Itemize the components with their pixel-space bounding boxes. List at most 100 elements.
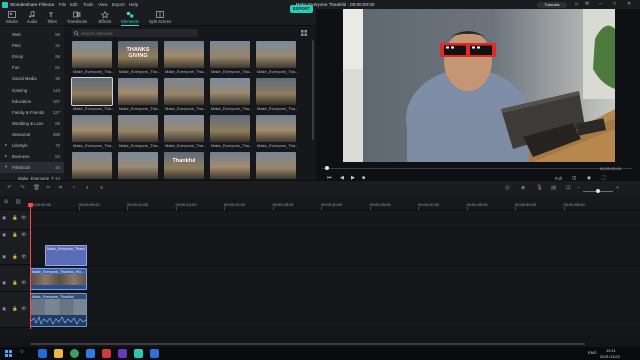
tab-media[interactable]: Media	[1, 10, 23, 25]
premiere-icon[interactable]	[118, 349, 127, 358]
element-thumbnail[interactable]: Make_Everyone_Tha...	[210, 78, 252, 113]
zoom-in-icon[interactable]: +	[616, 185, 619, 191]
element-thumbnail[interactable]: Make_Everyone_Tha...	[164, 41, 206, 76]
element-thumbnail[interactable]: Make_Everyone_Tha...	[210, 115, 252, 150]
menu-help[interactable]: Help	[129, 2, 138, 7]
tab-titles[interactable]: T Titles	[41, 10, 63, 25]
marker-icon[interactable]: ◈	[521, 185, 525, 191]
track-lock-icon[interactable]: 🔒	[12, 306, 18, 312]
track-lock-icon[interactable]: 🔒	[12, 215, 18, 221]
track-lane[interactable]	[30, 245, 640, 266]
app-icon-blue[interactable]	[150, 349, 159, 358]
user-icon[interactable]: ☺	[574, 1, 579, 7]
track-visible-icon[interactable]: 👁	[21, 254, 27, 260]
undo-icon[interactable]: ↶	[7, 185, 12, 191]
chevron-down-icon[interactable]: ▾	[5, 164, 7, 170]
delete-icon[interactable]: 🗑	[33, 185, 40, 191]
notification-icon[interactable]: ✉	[585, 1, 589, 7]
tab-effects[interactable]: Effects	[94, 10, 116, 25]
chevron-right-icon[interactable]: ▸	[5, 153, 7, 159]
chrome-icon[interactable]	[70, 349, 79, 358]
element-thumbnail[interactable]: Make_Everyone_Tha...	[210, 41, 252, 76]
category-item[interactable]: ▸ Lifestyle 72	[0, 140, 64, 151]
element-thumbnail[interactable]: Make_Everyone_Tha...	[256, 78, 298, 113]
category-item[interactable]: ▸ Business 54	[0, 151, 64, 162]
category-item[interactable]: Seasonal 398	[0, 129, 64, 140]
menu-view[interactable]: View	[98, 2, 107, 7]
windows-start-icon[interactable]	[4, 349, 13, 358]
category-item[interactable]: Web 56	[0, 29, 64, 40]
render-icon[interactable]: ◎	[505, 185, 510, 191]
track-lock-icon[interactable]: ▣	[2, 280, 6, 286]
add-track-icon[interactable]: ⊞	[4, 199, 8, 205]
minimize-icon[interactable]: –	[599, 1, 602, 7]
element-thumbnail[interactable]: Make_Everyone_Tha...	[118, 78, 160, 113]
zoom-fit-icon[interactable]: ⊡	[566, 185, 571, 191]
category-item[interactable]: Family & Friends 127	[0, 107, 64, 118]
clock-date[interactable]: 2021/11/23	[600, 354, 620, 359]
zoom-slider-handle[interactable]	[596, 189, 600, 193]
preview-seekbar[interactable]	[322, 168, 632, 169]
category-item[interactable]: Gaming 143	[0, 85, 64, 96]
tab-elements[interactable]: Elements	[118, 10, 142, 26]
track-lock-icon[interactable]: ▣	[2, 254, 6, 260]
element-thumbnail[interactable]: Make_Everyone_Tha...	[72, 41, 114, 76]
clock-time[interactable]: 19:11	[606, 348, 616, 353]
grid-view-icon[interactable]	[300, 29, 308, 37]
tab-transitions[interactable]: Transitions	[66, 10, 88, 25]
track-lock-icon[interactable]: 🔒	[12, 280, 18, 286]
track-visible-icon[interactable]: 👁	[21, 232, 27, 238]
maximize-icon[interactable]: □	[613, 1, 616, 7]
app-icon-red[interactable]	[102, 349, 111, 358]
category-item[interactable]: ▾ Filmstock 44	[0, 162, 64, 174]
track-lock-icon[interactable]: ▣	[2, 306, 6, 312]
close-icon[interactable]: ✕	[627, 1, 631, 7]
element-thumbnail[interactable]: Make_Everyone_Tha...	[72, 115, 114, 150]
file-explorer-icon[interactable]	[54, 349, 63, 358]
menu-file[interactable]: File	[59, 2, 66, 7]
link-icon[interactable]: ⛓	[15, 199, 21, 205]
edge-icon[interactable]	[86, 349, 95, 358]
seek-handle[interactable]	[325, 166, 329, 170]
language-indicator[interactable]: ENG	[588, 350, 597, 355]
track-lane[interactable]	[30, 266, 640, 292]
track-visible-icon[interactable]: 👁	[21, 215, 27, 221]
menu-export[interactable]: Export	[112, 2, 125, 7]
category-item[interactable]: Wedding & Love 55	[0, 118, 64, 129]
timeline-clip-element[interactable]: Make_Everyone_Thank	[45, 245, 87, 266]
audio-mixer-icon[interactable]: ≡	[100, 185, 103, 191]
search-taskbar-icon[interactable]: ○	[20, 349, 29, 358]
grid-scrollbar[interactable]	[312, 40, 314, 140]
element-thumbnail[interactable]: Make_Everyone_Tha...	[164, 115, 206, 150]
track-lane[interactable]	[30, 210, 640, 230]
tutorials-button[interactable]: Tutorials	[537, 1, 567, 8]
timeline-scrollbar[interactable]	[30, 343, 585, 345]
color-icon[interactable]: ◐	[86, 185, 89, 191]
track-lane[interactable]	[30, 292, 640, 328]
tab-audio[interactable]: Audio	[21, 10, 43, 25]
track-lock-icon[interactable]: ▣	[2, 232, 6, 238]
search-input[interactable]	[81, 29, 191, 37]
redo-icon[interactable]: ↷	[20, 185, 25, 191]
cut-icon[interactable]: ✂	[46, 185, 51, 191]
category-item[interactable]: Fun 61	[0, 62, 64, 73]
chevron-right-icon[interactable]: ▸	[5, 142, 7, 148]
category-item[interactable]: Emoji 55	[0, 51, 64, 62]
crop-icon[interactable]: ⌗	[59, 185, 62, 192]
timeline-clip-video[interactable]: Make_Everyone_Thankful	[30, 293, 87, 327]
speed-icon[interactable]: ◔	[72, 185, 75, 191]
category-item[interactable]: Social Media 30	[0, 73, 64, 84]
element-thumbnail[interactable]: Make_Everyone_Tha...	[164, 78, 206, 113]
category-item[interactable]: Pets 31	[0, 40, 64, 51]
tab-split-screen[interactable]: Split Screen	[146, 10, 174, 25]
track-lock-icon[interactable]: ▣	[2, 215, 6, 221]
mixer-icon[interactable]: ▤	[551, 185, 556, 191]
element-thumbnail[interactable]: Make_Everyone_Tha...	[256, 115, 298, 150]
playhead[interactable]	[30, 203, 31, 329]
timeline-clip-overlay[interactable]: Make_Everyone_Thankful_Wo...	[30, 268, 87, 290]
category-item[interactable]: Education 187	[0, 96, 64, 107]
track-lock-icon[interactable]: 🔒	[12, 254, 18, 260]
filmora-taskbar-icon[interactable]	[134, 349, 143, 358]
menu-edit[interactable]: Edit	[70, 2, 78, 7]
element-thumbnail[interactable]: Make_Everyone_Tha...	[71, 77, 114, 113]
